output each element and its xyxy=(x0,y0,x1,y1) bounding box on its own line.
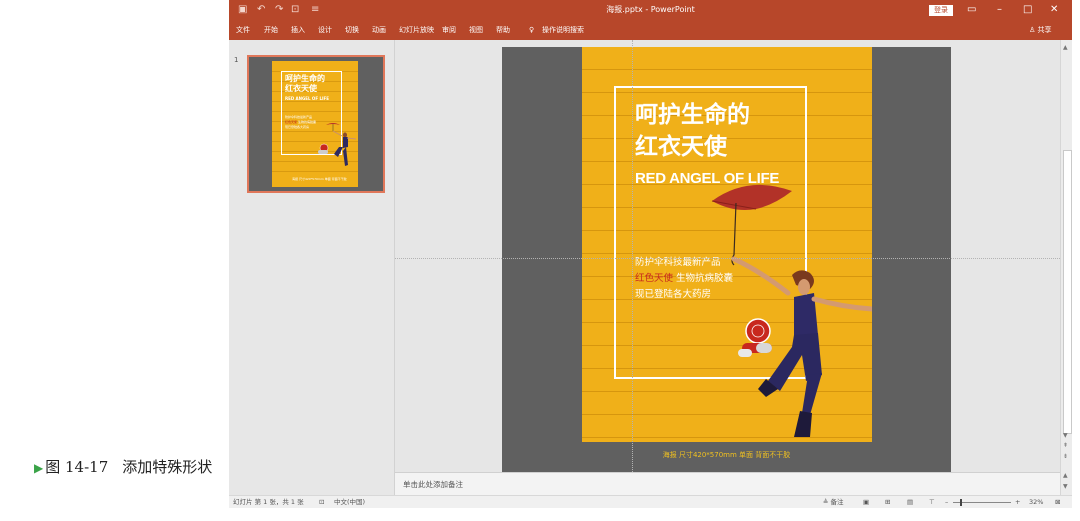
lightbulb-icon: ♀ xyxy=(529,26,535,34)
tab-help[interactable]: 帮助 xyxy=(496,25,510,35)
login-button[interactable]: 登录 xyxy=(929,5,953,16)
slide-thumbnail[interactable]: 呵护生命的 红衣天使 RED ANGEL OF LIFE 防护伞科技最新产品 红色… xyxy=(247,55,385,193)
person-icon: ♙ xyxy=(1029,26,1036,34)
fit-to-window-icon[interactable]: ⊠ xyxy=(1055,496,1060,508)
caption-triangle-icon: ▶ xyxy=(34,461,44,475)
tab-transitions[interactable]: 切换 xyxy=(345,25,359,35)
status-bar: 幻灯片 第 1 张，共 1 张 ⊡ 中文(中国) ≜ 备注 ▣ ⊞ ▤ ⊤ – … xyxy=(229,495,1072,508)
share-button[interactable]: ♙ 共享 xyxy=(1029,25,1052,35)
previous-slide-icon[interactable]: ⇞ xyxy=(1063,442,1068,449)
tab-insert[interactable]: 插入 xyxy=(291,25,305,35)
slideshow-view-icon[interactable]: ⊤ xyxy=(929,496,935,508)
close-button[interactable]: ✕ xyxy=(1050,3,1058,17)
notes-placeholder[interactable]: 单击此处添加备注 xyxy=(403,479,463,490)
zoom-out-icon[interactable]: – xyxy=(945,496,948,508)
slide-editor: 呵护生命的 红衣天使 RED ANGEL OF LIFE 防护伞科技最新产品 红色… xyxy=(395,40,1060,472)
scrollbar-thumb[interactable] xyxy=(1063,150,1072,434)
added-capsule-shape[interactable] xyxy=(736,317,776,361)
title-bar: ▣ ↶ ↷ ⊡ ≡ 海报.pptx - PowerPoint 登录 ▭ – □ … xyxy=(229,0,1072,20)
poster-highlight-text: 红色天使 xyxy=(635,273,674,284)
thumbnail-footer: 海报 尺寸420*570mm 单面 背面不干胶 xyxy=(292,177,347,181)
slide-sorter-view-icon[interactable]: ⊞ xyxy=(885,496,890,508)
minimize-button[interactable]: – xyxy=(997,3,1002,17)
share-label: 共享 xyxy=(1037,26,1052,34)
thumbnail-body: 防护伞科技最新产品 红色天使 生物抗病胶囊 现已登陆各大药房 xyxy=(285,115,316,129)
scroll-up-icon[interactable]: ▲ xyxy=(1063,44,1068,51)
tab-review[interactable]: 审阅 xyxy=(442,25,456,35)
figure-caption: ▶ 图 14-17 添加特殊形状 xyxy=(34,456,224,479)
tell-me-search[interactable]: 操作说明搜索 xyxy=(542,25,584,35)
vertical-scrollbar[interactable]: ▲ ▼ ⇞ ⇟ ▲ ▼ xyxy=(1060,40,1072,495)
vertical-guide-line[interactable] xyxy=(632,40,634,472)
horizontal-guide-line[interactable] xyxy=(395,258,1060,260)
zoom-level[interactable]: 32% xyxy=(1029,496,1043,508)
slide-count-status: 幻灯片 第 1 张，共 1 张 xyxy=(233,498,304,506)
tab-file[interactable]: 文件 xyxy=(236,25,250,35)
zoom-in-icon[interactable]: + xyxy=(1015,496,1020,508)
poster-size-footer: 海报 尺寸420*570mm 单面 背面不干胶 xyxy=(662,451,791,459)
notes-icon: ≜ xyxy=(823,498,829,506)
notes-toggle[interactable]: ≜ 备注 xyxy=(823,496,844,508)
caption-text: 添加特殊形状 xyxy=(122,458,213,476)
scroll-down-icon[interactable]: ▼ xyxy=(1063,432,1068,439)
spellcheck-icon[interactable]: ⊡ xyxy=(319,496,324,508)
caption-figure-number: 图 14-17 xyxy=(45,458,109,476)
maximize-button[interactable]: □ xyxy=(1023,3,1032,17)
tab-animations[interactable]: 动画 xyxy=(372,25,386,35)
thumbnail-poster: 呵护生命的 红衣天使 RED ANGEL OF LIFE 防护伞科技最新产品 红色… xyxy=(272,61,358,187)
normal-view-icon[interactable]: ▣ xyxy=(863,496,869,508)
poster-slide[interactable]: 呵护生命的 红衣天使 RED ANGEL OF LIFE 防护伞科技最新产品 红色… xyxy=(582,47,872,442)
thumbnail-capsule-shape xyxy=(318,143,329,154)
thumbnail-subtitle: RED ANGEL OF LIFE xyxy=(285,96,329,101)
next-slide-icon[interactable]: ⇟ xyxy=(1063,453,1068,460)
poster-title[interactable]: 呵护生命的 红衣天使 xyxy=(635,99,750,163)
language-status[interactable]: 中文(中国) xyxy=(334,496,365,508)
poster-dancer-figure xyxy=(711,184,872,437)
notes-label: 备注 xyxy=(830,498,844,506)
powerpoint-window: ▣ ↶ ↷ ⊡ ≡ 海报.pptx - PowerPoint 登录 ▭ – □ … xyxy=(229,0,1072,508)
expand-notes-icon[interactable]: ▼ xyxy=(1063,483,1068,490)
slide-number: 1 xyxy=(234,56,239,64)
reading-view-icon[interactable]: ▤ xyxy=(907,496,913,508)
thumbnail-title: 呵护生命的 红衣天使 xyxy=(285,74,325,93)
tab-view[interactable]: 视图 xyxy=(469,25,483,35)
ribbon-tabs: 文件 开始 插入 设计 切换 动画 幻灯片放映 审阅 视图 帮助 ♀ 操作说明搜… xyxy=(229,20,1072,40)
tab-slideshow[interactable]: 幻灯片放映 xyxy=(399,25,434,35)
ribbon-display-options-icon[interactable]: ▭ xyxy=(967,3,976,17)
collapse-notes-icon[interactable]: ▲ xyxy=(1063,472,1068,479)
tab-design[interactable]: 设计 xyxy=(318,25,332,35)
slide-thumbnail-pane: 1 呵护生命的 红衣天使 RED ANGEL OF LIFE 防护伞科技最新产品 … xyxy=(229,40,395,495)
zoom-slider-handle[interactable] xyxy=(960,499,962,506)
tab-home[interactable]: 开始 xyxy=(264,25,278,35)
notes-pane[interactable]: 单击此处添加备注 xyxy=(395,472,1060,495)
